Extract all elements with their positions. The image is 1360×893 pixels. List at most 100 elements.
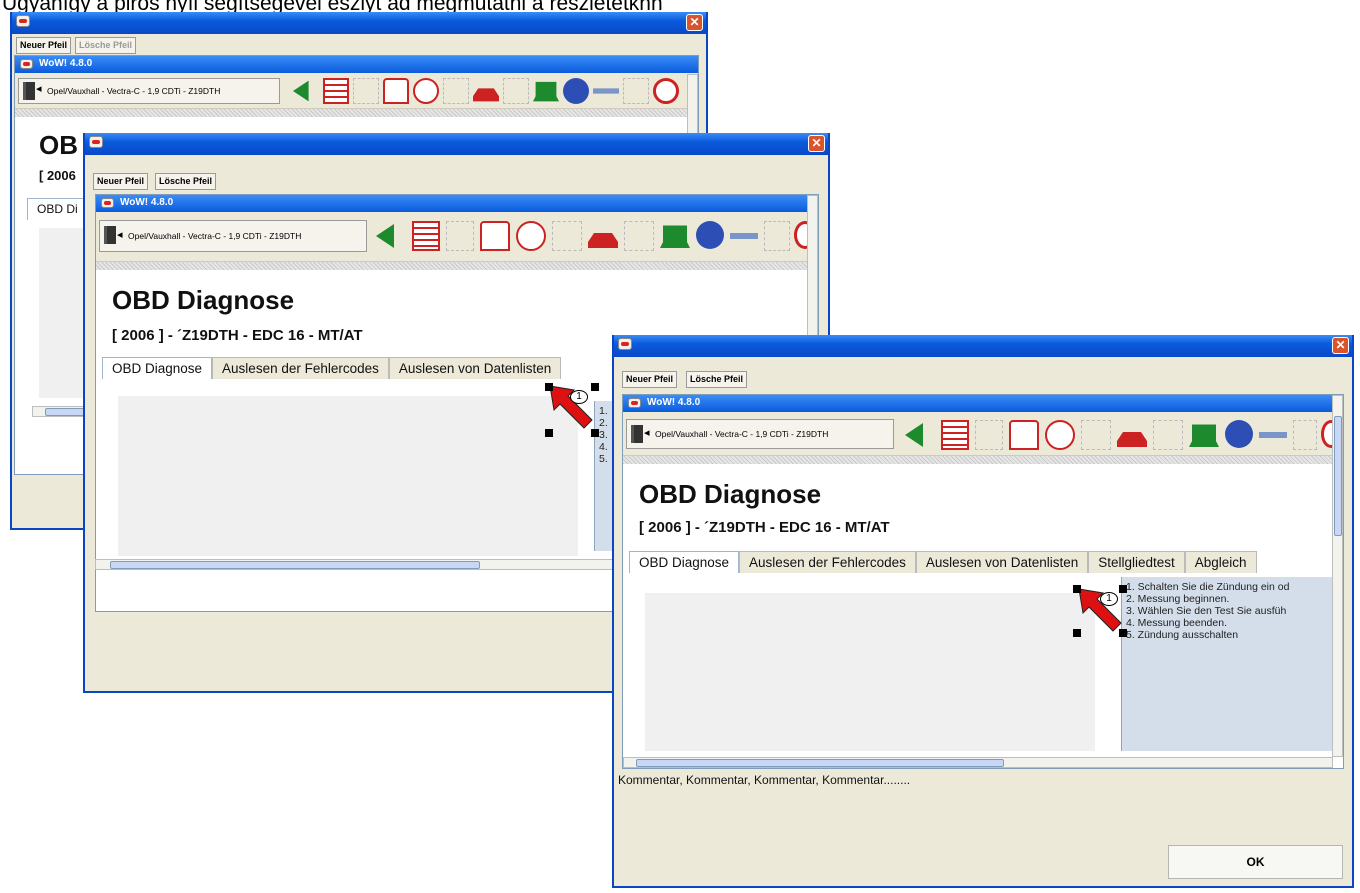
- back-icon[interactable]: [905, 423, 923, 447]
- bottle-icon[interactable]: [623, 78, 649, 104]
- arrow-left-icon: ◂: [644, 427, 650, 439]
- back-icon[interactable]: [293, 80, 309, 102]
- signal-icon[interactable]: [1153, 420, 1183, 450]
- close-button[interactable]: ✕: [686, 14, 703, 31]
- signal-icon[interactable]: [503, 78, 529, 104]
- cycle-icon[interactable]: [563, 78, 589, 104]
- page-subtitle: [ 2006: [39, 168, 76, 183]
- car-question-icon[interactable]: [473, 88, 499, 102]
- separator: [623, 456, 1343, 464]
- tab-datenlisten[interactable]: Auslesen von Datenlisten: [388, 357, 562, 379]
- page-subtitle: [ 2006 ] - ´Z19DTH - EDC 16 - MT/AT: [639, 519, 890, 536]
- selection-handle[interactable]: [1073, 629, 1081, 637]
- page-subtitle: [ 2006 ] - ´Z19DTH - EDC 16 - MT/AT: [112, 327, 363, 344]
- selection-handle[interactable]: [1119, 629, 1127, 637]
- step-item: 5. Zündung ausschalten: [1126, 629, 1239, 641]
- tab-obd-diagnose[interactable]: OBD Diagnose: [102, 357, 213, 379]
- horizontal-scrollbar[interactable]: [623, 757, 1333, 768]
- bottle-icon[interactable]: [764, 221, 790, 251]
- tab-abgleich[interactable]: Abgleich: [1184, 551, 1257, 573]
- selection-handle[interactable]: [545, 429, 553, 437]
- clock-icon[interactable]: [516, 221, 546, 251]
- close-button[interactable]: ✕: [808, 135, 825, 152]
- selection-handle[interactable]: [545, 383, 553, 391]
- vehicle-label: Opel/Vauxhall - Vectra-C - 1,9 CDTi - Z1…: [47, 86, 221, 96]
- tool-icon[interactable]: [446, 221, 474, 251]
- page-title: OB: [39, 130, 78, 160]
- computer-icon[interactable]: [533, 81, 559, 102]
- clock-icon[interactable]: [413, 78, 439, 104]
- app-titlebar: WoW! 4.8.0: [15, 56, 698, 73]
- diagnose-panel: [118, 396, 578, 556]
- car-question-icon[interactable]: [588, 233, 618, 248]
- computer-icon[interactable]: [660, 225, 690, 248]
- selection-handle[interactable]: [1073, 585, 1081, 593]
- tab-obd-diagnose[interactable]: OBD Di: [27, 198, 88, 220]
- document-icon[interactable]: [941, 420, 969, 450]
- document-icon[interactable]: [323, 78, 349, 104]
- tab-obd-diagnose[interactable]: OBD Diagnose: [629, 551, 740, 573]
- back-icon[interactable]: [376, 224, 394, 248]
- step-item: 4. Messung beenden.: [1126, 617, 1227, 629]
- delete-arrow-button[interactable]: Lösche Pfeil: [155, 173, 217, 190]
- tool-icon[interactable]: [975, 420, 1003, 450]
- car-lift-icon[interactable]: [383, 78, 409, 104]
- vehicle-button[interactable]: ◂ Opel/Vauxhall - Vectra-C - 1,9 CDTi - Z…: [99, 220, 367, 252]
- plug-icon[interactable]: [1259, 432, 1287, 438]
- ok-button[interactable]: OK: [1168, 845, 1343, 879]
- car-ghost-icon[interactable]: [552, 221, 582, 251]
- comment-text[interactable]: Kommentar, Kommentar, Kommentar, Komment…: [618, 773, 910, 787]
- computer-icon[interactable]: [1189, 424, 1219, 447]
- app-icon: [16, 15, 30, 27]
- new-arrow-button[interactable]: Neuer Pfeil: [16, 37, 72, 54]
- window-titlebar[interactable]: ✕: [614, 335, 1352, 357]
- cycle-icon[interactable]: [1225, 420, 1253, 448]
- delete-arrow-button[interactable]: Lösche Pfeil: [686, 371, 748, 388]
- clock-icon[interactable]: [1045, 420, 1075, 450]
- step-item: 3. Wählen Sie den Test Sie ausfüh: [1126, 605, 1287, 617]
- window-titlebar[interactable]: ✕: [12, 12, 706, 34]
- selection-handle[interactable]: [1119, 585, 1127, 593]
- vehicle-button[interactable]: ◂ Opel/Vauxhall - Vectra-C - 1,9 CDTi - Z…: [18, 78, 280, 104]
- steps-list: 1. Schalten Sie die Zündung ein od 2. Me…: [1121, 577, 1333, 751]
- car-lift-icon[interactable]: [1009, 420, 1039, 450]
- horizontal-scrollbar[interactable]: [95, 559, 615, 570]
- vertical-scrollbar[interactable]: [1332, 395, 1343, 757]
- bottle-icon[interactable]: [1293, 420, 1317, 450]
- app-icon: [618, 338, 632, 350]
- selection-handle[interactable]: [591, 429, 599, 437]
- app-title: WoW! 4.8.0: [647, 397, 701, 408]
- window-titlebar[interactable]: ✕: [85, 133, 828, 155]
- marker-number: 1: [570, 390, 588, 404]
- car-ghost-icon[interactable]: [443, 78, 469, 104]
- close-button[interactable]: ✕: [1332, 337, 1349, 354]
- magnet-icon[interactable]: [653, 78, 679, 104]
- app-small-icon: [101, 198, 114, 208]
- tool-icon[interactable]: [353, 78, 379, 104]
- separator: [15, 109, 698, 117]
- step-item: 1. Schalten Sie die Zündung ein od: [1126, 581, 1290, 593]
- tab-fehlercodes[interactable]: Auslesen der Fehlercodes: [739, 551, 916, 573]
- new-arrow-button[interactable]: Neuer Pfeil: [622, 371, 678, 388]
- document-icon[interactable]: [412, 221, 440, 251]
- car-lift-icon[interactable]: [480, 221, 510, 251]
- exit-door-icon: [104, 226, 116, 244]
- car-question-icon[interactable]: [1117, 432, 1147, 447]
- signal-icon[interactable]: [624, 221, 654, 251]
- car-ghost-icon[interactable]: [1081, 420, 1111, 450]
- diagnose-panel: [39, 228, 89, 398]
- tab-stellgliedtest[interactable]: Stellgliedtest: [1088, 551, 1185, 573]
- new-arrow-button[interactable]: Neuer Pfeil: [93, 173, 149, 190]
- arrow-left-icon: ◂: [117, 229, 123, 241]
- exit-door-icon: [631, 425, 643, 443]
- app-icon: [89, 136, 103, 148]
- tab-fehlercodes[interactable]: Auslesen der Fehlercodes: [212, 357, 389, 379]
- app-titlebar: WoW! 4.8.0: [96, 195, 818, 212]
- vehicle-button[interactable]: ◂ Opel/Vauxhall - Vectra-C - 1,9 CDTi - Z…: [626, 419, 894, 449]
- delete-arrow-button[interactable]: Lösche Pfeil: [75, 37, 137, 54]
- plug-icon[interactable]: [593, 88, 619, 94]
- plug-icon[interactable]: [730, 233, 758, 239]
- cycle-icon[interactable]: [696, 221, 724, 249]
- selection-handle[interactable]: [591, 383, 599, 391]
- tab-datenlisten[interactable]: Auslesen von Datenlisten: [915, 551, 1089, 573]
